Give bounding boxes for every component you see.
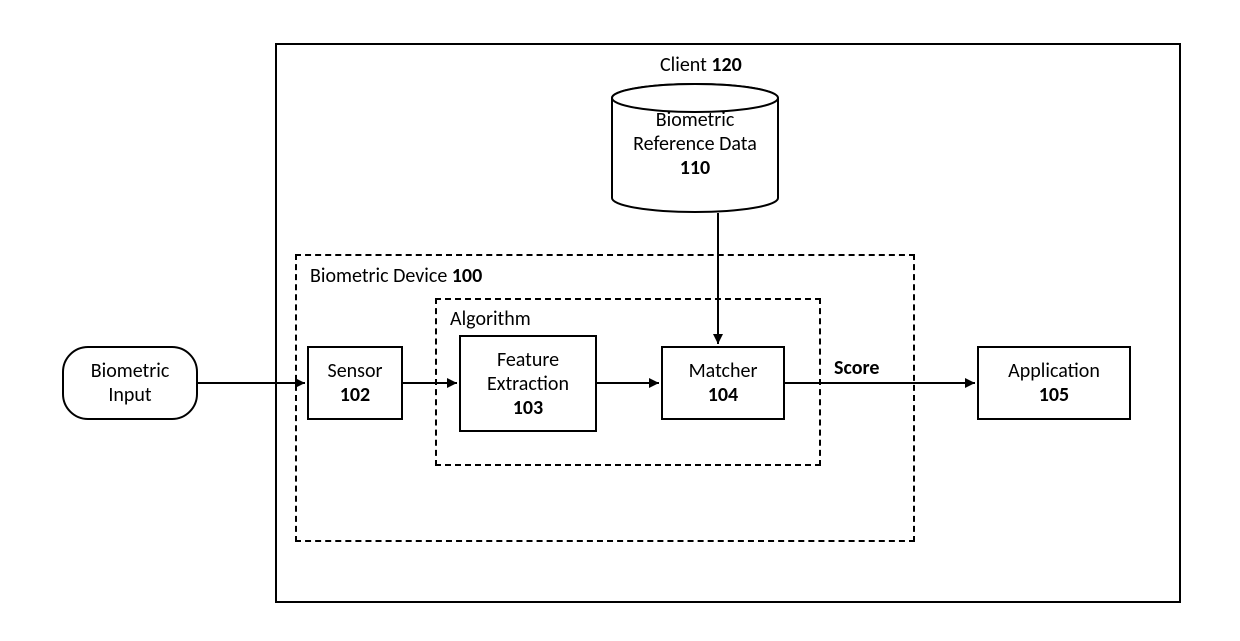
arrows-layer — [0, 0, 1240, 641]
biometric-architecture-diagram: Client 120 Biometric Reference Data 110 … — [0, 0, 1240, 641]
